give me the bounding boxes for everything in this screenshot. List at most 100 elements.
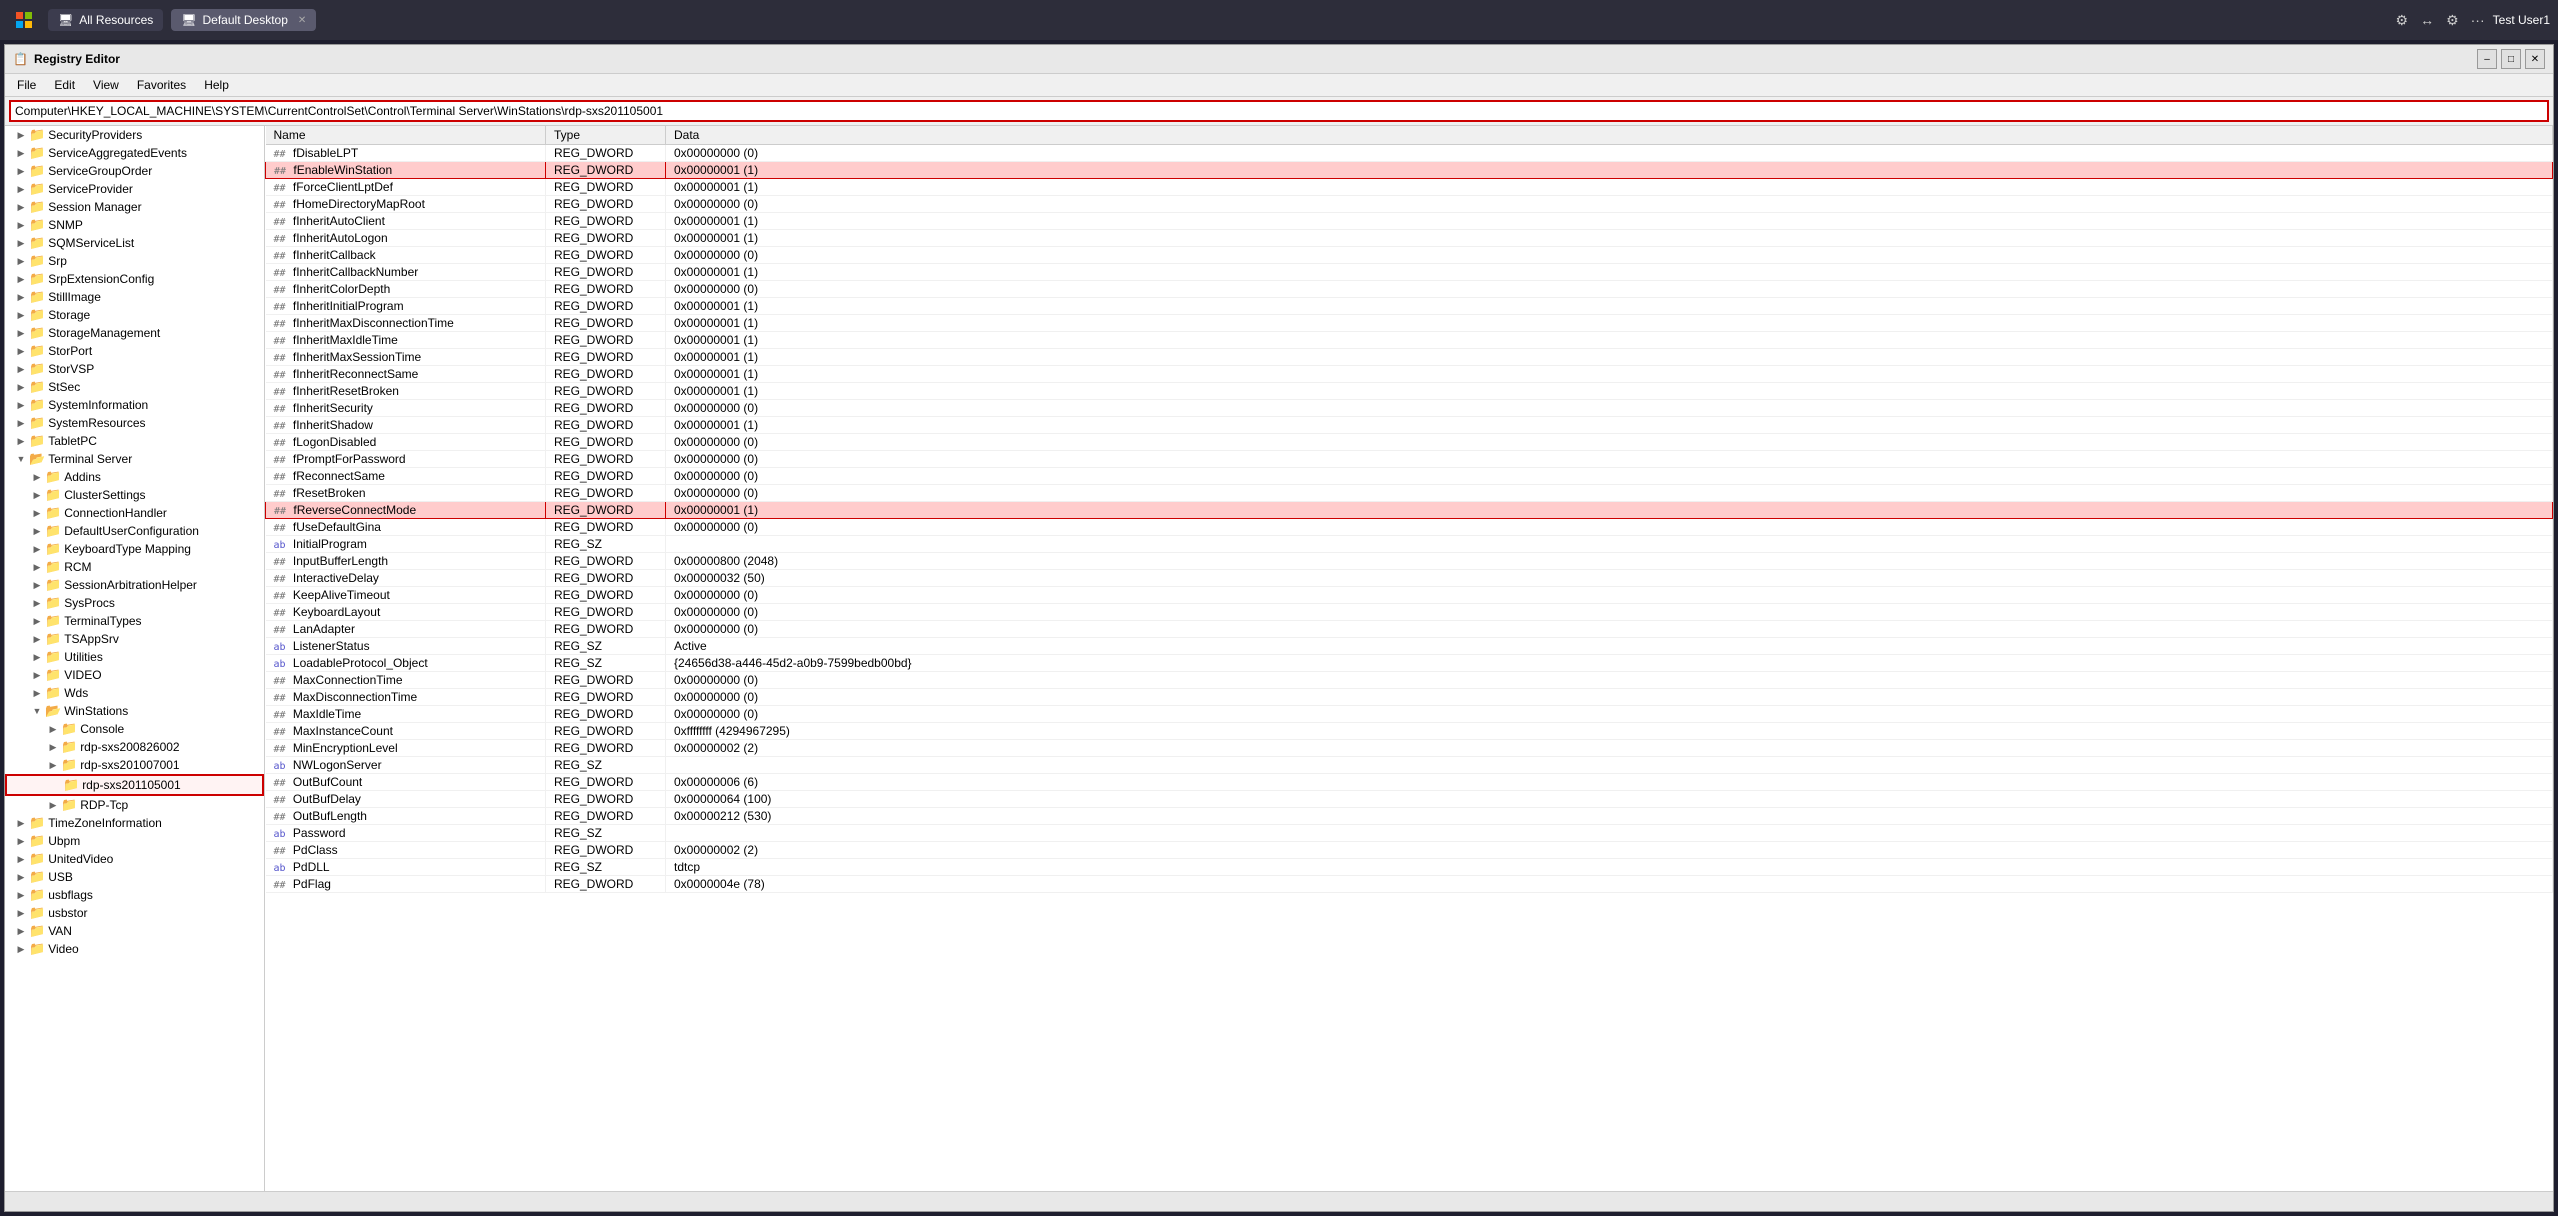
tree-toggle[interactable] (29, 523, 45, 539)
table-row[interactable]: ## LanAdapter REG_DWORD 0x00000000 (0) (266, 621, 2553, 638)
tree-toggle[interactable] (13, 343, 29, 359)
table-row[interactable]: ## InteractiveDelay REG_DWORD 0x00000032… (266, 570, 2553, 587)
tree-toggle[interactable] (29, 595, 45, 611)
menu-view[interactable]: View (85, 76, 127, 94)
tree-item-stor-vsp[interactable]: 📁 StorVSP (5, 360, 264, 378)
tree-toggle[interactable] (29, 703, 45, 719)
close-tab-icon[interactable]: ✕ (298, 15, 306, 26)
tree-toggle[interactable] (45, 721, 61, 737)
tree-item-storage[interactable]: 📁 Storage (5, 306, 264, 324)
tree-toggle[interactable] (13, 887, 29, 903)
tree-item-usbstor[interactable]: 📁 usbstor (5, 904, 264, 922)
tree-item-system-information[interactable]: 📁 SystemInformation (5, 396, 264, 414)
tree-item-rdp-sxs201105001[interactable]: 📁 rdp-sxs201105001 (5, 774, 264, 796)
tree-item-win-stations[interactable]: 📂 WinStations (5, 702, 264, 720)
tree-toggle[interactable] (13, 815, 29, 831)
settings-icon[interactable]: ⚙ (2446, 12, 2459, 29)
tree-item-srp-extension-config[interactable]: 📁 SrpExtensionConfig (5, 270, 264, 288)
tree-toggle[interactable] (45, 797, 61, 813)
tree-item-default-user-config[interactable]: 📁 DefaultUserConfiguration (5, 522, 264, 540)
tree-item-usb[interactable]: 📁 USB (5, 868, 264, 886)
table-row[interactable]: ## fPromptForPassword REG_DWORD 0x000000… (266, 451, 2553, 468)
tree-item-ts-app-srv[interactable]: 📁 TSAppSrv (5, 630, 264, 648)
table-row[interactable]: ## PdClass REG_DWORD 0x00000002 (2) (266, 842, 2553, 859)
table-row[interactable]: ## fForceClientLptDef REG_DWORD 0x000000… (266, 179, 2553, 196)
table-row[interactable]: ## fInheritSecurity REG_DWORD 0x00000000… (266, 400, 2553, 417)
table-row[interactable]: ## MaxIdleTime REG_DWORD 0x00000000 (0) (266, 706, 2553, 723)
tree-item-cluster-settings[interactable]: 📁 ClusterSettings (5, 486, 264, 504)
tree-toggle[interactable] (13, 941, 29, 957)
table-row[interactable]: ## fInheritReconnectSame REG_DWORD 0x000… (266, 366, 2553, 383)
tree-toggle[interactable] (13, 851, 29, 867)
tree-toggle[interactable] (13, 163, 29, 179)
tree-item-snmp[interactable]: 📁 SNMP (5, 216, 264, 234)
address-input[interactable] (9, 100, 2549, 122)
col-data[interactable]: Data (666, 126, 2553, 145)
table-row[interactable]: ## PdFlag REG_DWORD 0x0000004e (78) (266, 876, 2553, 893)
start-button[interactable] (8, 8, 40, 32)
table-row[interactable]: ## fInheritResetBroken REG_DWORD 0x00000… (266, 383, 2553, 400)
tree-item-connection-handler[interactable]: 📁 ConnectionHandler (5, 504, 264, 522)
tree-toggle[interactable] (13, 271, 29, 287)
tree-toggle[interactable] (13, 433, 29, 449)
tree-item-keyboard-type-mapping[interactable]: 📁 KeyboardType Mapping (5, 540, 264, 558)
table-row[interactable]: ## OutBufDelay REG_DWORD 0x00000064 (100… (266, 791, 2553, 808)
tree-item-tablet-pc[interactable]: 📁 TabletPC (5, 432, 264, 450)
tree-toggle[interactable] (13, 361, 29, 377)
table-row[interactable]: ## fInheritMaxSessionTime REG_DWORD 0x00… (266, 349, 2553, 366)
tree-toggle[interactable] (13, 235, 29, 251)
table-row[interactable]: ab ListenerStatus REG_SZ Active (266, 638, 2553, 655)
tree-toggle[interactable] (29, 469, 45, 485)
table-row[interactable]: ## fReconnectSame REG_DWORD 0x00000000 (… (266, 468, 2553, 485)
table-row[interactable]: ## InputBufferLength REG_DWORD 0x0000080… (266, 553, 2553, 570)
tree-item-stor-port[interactable]: 📁 StorPort (5, 342, 264, 360)
menu-file[interactable]: File (9, 76, 44, 94)
tree-item-still-image[interactable]: 📁 StillImage (5, 288, 264, 306)
tree-item-terminal-server[interactable]: 📂 Terminal Server (5, 450, 264, 468)
table-row[interactable]: ## fResetBroken REG_DWORD 0x00000000 (0) (266, 485, 2553, 502)
tree-item-video[interactable]: 📁 VIDEO (5, 666, 264, 684)
table-row[interactable]: ab NWLogonServer REG_SZ (266, 757, 2553, 774)
table-row[interactable]: ## fInheritCallback REG_DWORD 0x00000000… (266, 247, 2553, 264)
tree-toggle[interactable] (13, 415, 29, 431)
more-icon[interactable]: ··· (2471, 12, 2485, 28)
tree-item-rdp-sxs200826002[interactable]: 📁 rdp-sxs200826002 (5, 738, 264, 756)
table-row[interactable]: ## MinEncryptionLevel REG_DWORD 0x000000… (266, 740, 2553, 757)
col-type[interactable]: Type (546, 126, 666, 145)
tree-item-ubpm[interactable]: 📁 Ubpm (5, 832, 264, 850)
menu-help[interactable]: Help (196, 76, 237, 94)
taskbar-tab-default-desktop[interactable]: 🖥 Default Desktop ✕ (171, 9, 316, 31)
tree-item-time-zone-information[interactable]: 📁 TimeZoneInformation (5, 814, 264, 832)
tree-item-sys-procs[interactable]: 📁 SysProcs (5, 594, 264, 612)
tree-toggle[interactable] (29, 577, 45, 593)
table-row[interactable]: ## fInheritCallbackNumber REG_DWORD 0x00… (266, 264, 2553, 281)
tree-toggle[interactable] (13, 289, 29, 305)
tree-toggle[interactable] (13, 923, 29, 939)
tree-toggle[interactable] (13, 307, 29, 323)
tree-toggle[interactable] (13, 379, 29, 395)
tree-toggle[interactable] (29, 505, 45, 521)
tree-item-console[interactable]: 📁 Console (5, 720, 264, 738)
table-row[interactable]: ab Password REG_SZ (266, 825, 2553, 842)
tree-toggle[interactable] (13, 397, 29, 413)
tree-item-terminal-types[interactable]: 📁 TerminalTypes (5, 612, 264, 630)
tree-item-srp[interactable]: 📁 Srp (5, 252, 264, 270)
tree-toggle[interactable] (29, 541, 45, 557)
table-row[interactable]: ab PdDLL REG_SZ tdtcp (266, 859, 2553, 876)
tree-item-addins[interactable]: 📁 Addins (5, 468, 264, 486)
expand-icon[interactable]: ↔ (2420, 12, 2434, 28)
tree-toggle[interactable] (47, 777, 63, 793)
taskbar-tab-all-resources[interactable]: 🖥 All Resources (48, 9, 163, 31)
tree-item-rdp-sxs201007001[interactable]: 📁 rdp-sxs201007001 (5, 756, 264, 774)
tree-toggle[interactable] (45, 739, 61, 755)
table-row[interactable]: ## OutBufLength REG_DWORD 0x00000212 (53… (266, 808, 2553, 825)
table-row[interactable]: ## fInheritAutoClient REG_DWORD 0x000000… (266, 213, 2553, 230)
table-row[interactable]: ## fReverseConnectMode REG_DWORD 0x00000… (266, 502, 2553, 519)
table-row[interactable]: ## OutBufCount REG_DWORD 0x00000006 (6) (266, 774, 2553, 791)
tree-toggle[interactable] (29, 649, 45, 665)
table-row[interactable]: ## fLogonDisabled REG_DWORD 0x00000000 (… (266, 434, 2553, 451)
tree-item-session-arbitration-helper[interactable]: 📁 SessionArbitrationHelper (5, 576, 264, 594)
tree-toggle[interactable] (45, 757, 61, 773)
minimize-button[interactable]: – (2477, 49, 2497, 69)
tree-item-sqm-service-list[interactable]: 📁 SQMServiceList (5, 234, 264, 252)
